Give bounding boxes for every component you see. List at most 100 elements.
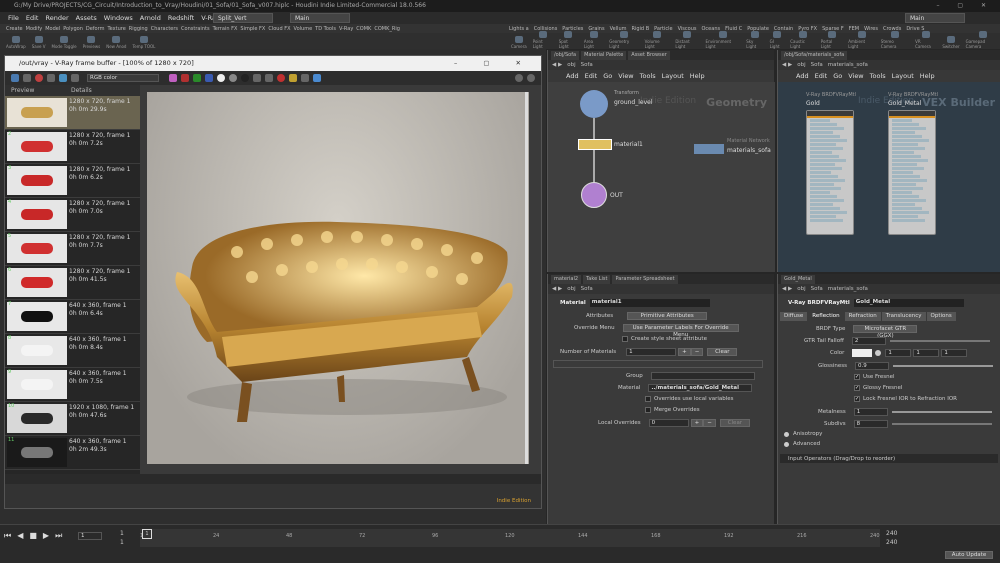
network-tab[interactable]: Material Palette bbox=[581, 50, 627, 60]
step-forward-icon[interactable]: ⏭ bbox=[55, 531, 62, 541]
color-g-field[interactable]: 1 bbox=[913, 349, 940, 357]
menu-item-render[interactable]: Render bbox=[45, 14, 68, 22]
load-image-icon[interactable] bbox=[23, 74, 31, 82]
network-menu-item[interactable]: View bbox=[618, 72, 633, 80]
main-selector-right[interactable]: Main bbox=[905, 13, 965, 23]
history-row[interactable]: 3 1280 x 720, frame 1 0h 0m 6.2s bbox=[5, 164, 140, 198]
vfb-window-controls[interactable]: – ▢ ✕ bbox=[454, 56, 533, 71]
shelf-tool[interactable]: Stereo Camera bbox=[881, 31, 909, 49]
shelf-tab[interactable]: Simple FX bbox=[240, 26, 265, 32]
shelf-tab[interactable]: Characters bbox=[151, 26, 178, 32]
history-row[interactable]: 9 640 x 360, frame 1 0h 0m 7.5s bbox=[5, 368, 140, 402]
matnet-canvas[interactable]: VEX Builder Indie Edition V-Ray BRDFVRay… bbox=[778, 82, 1000, 272]
metalness-field[interactable]: 1 bbox=[853, 408, 888, 416]
step-back-icon[interactable]: ◀ bbox=[17, 531, 23, 541]
subtab-reflection[interactable]: Reflection bbox=[808, 312, 844, 321]
use-fresnel-checkbox[interactable]: ✓ bbox=[854, 374, 860, 380]
menu-item-windows[interactable]: Windows bbox=[104, 14, 133, 22]
group-field[interactable] bbox=[650, 372, 755, 380]
back-icon[interactable]: ◀ ▶ bbox=[782, 62, 792, 68]
network-menu-item[interactable]: Add bbox=[566, 72, 579, 80]
shelf-tab[interactable]: TD Tools bbox=[315, 26, 336, 32]
grid-icon[interactable] bbox=[253, 74, 261, 82]
path-obj[interactable]: obj bbox=[567, 62, 575, 68]
input-operators-row[interactable]: Input Operators (Drag/Drop to reorder) bbox=[780, 454, 998, 463]
menu-item-redshift[interactable]: Redshift bbox=[168, 14, 194, 22]
shelf-tool[interactable]: Portal Light bbox=[821, 31, 842, 49]
path-sofa[interactable]: Sofa bbox=[811, 286, 823, 292]
stop-icon[interactable]: ■ bbox=[29, 531, 37, 541]
parm-tab[interactable]: Parameter Spreadsheet bbox=[612, 274, 678, 284]
shelf-tab[interactable]: Deform bbox=[86, 26, 105, 32]
render-icon[interactable] bbox=[289, 74, 297, 82]
anisotropy-row[interactable]: Anisotropy bbox=[784, 431, 822, 437]
shelf-tool[interactable]: Previews bbox=[83, 36, 100, 49]
subdivs-slider[interactable] bbox=[891, 423, 992, 425]
color-swatch[interactable] bbox=[852, 349, 873, 357]
path-obj[interactable]: obj bbox=[567, 286, 575, 292]
window-controls[interactable]: – ▢ ✕ bbox=[936, 0, 994, 12]
subtab-diffuse[interactable]: Diffuse bbox=[780, 312, 808, 321]
advanced-row[interactable]: Advanced bbox=[784, 441, 820, 447]
desktop-selector[interactable]: Split_Vert bbox=[213, 13, 273, 23]
shelf-tool[interactable]: Environment Light bbox=[706, 31, 741, 49]
jump-start-icon[interactable]: ⏮ bbox=[4, 531, 11, 541]
clear-button[interactable]: Clear bbox=[707, 348, 738, 356]
track-mouse-icon[interactable] bbox=[47, 74, 55, 82]
compare-divider[interactable] bbox=[525, 92, 528, 464]
shelf-tool[interactable]: VR Camera bbox=[915, 31, 936, 49]
minus-button-2[interactable]: − bbox=[703, 419, 716, 427]
main-selector[interactable]: Main bbox=[290, 13, 350, 23]
shelf-tool[interactable]: Spot Light bbox=[559, 31, 578, 49]
color-b-field[interactable]: 1 bbox=[941, 349, 968, 357]
path-sofa[interactable]: Sofa bbox=[811, 62, 823, 68]
subtab-refraction[interactable]: Refraction bbox=[844, 312, 881, 321]
shelf-tab[interactable]: V-Ray bbox=[339, 26, 353, 32]
shelf-tool[interactable]: Point Light bbox=[533, 31, 553, 49]
history-row[interactable]: 7 640 x 360, frame 1 0h 0m 6.4s bbox=[5, 300, 140, 334]
parm-tab[interactable]: material2 bbox=[551, 274, 582, 284]
local-overrides-field[interactable]: 0 bbox=[648, 419, 689, 427]
lock-fresnel-checkbox[interactable]: ✓ bbox=[854, 396, 860, 402]
back-icon[interactable]: ◀ ▶ bbox=[782, 286, 792, 292]
history-row[interactable]: 10 1920 x 1080, frame 1 0h 0m 47.6s bbox=[5, 402, 140, 436]
shelf-tab[interactable]: Model bbox=[45, 26, 60, 32]
matnet-tab[interactable]: /obj/Sofa/materials_sofa bbox=[781, 50, 848, 60]
shelf-tool[interactable]: Ambient Light bbox=[848, 31, 875, 49]
menu-item-file[interactable]: File bbox=[8, 14, 19, 22]
plus-button[interactable]: + bbox=[678, 348, 691, 356]
save-image-icon[interactable] bbox=[11, 74, 19, 82]
menu-item-edit[interactable]: Edit bbox=[26, 14, 39, 22]
color-picker-icon[interactable] bbox=[875, 350, 882, 356]
path-materials[interactable]: materials_sofa bbox=[828, 62, 868, 68]
help-icon[interactable] bbox=[527, 74, 535, 82]
subdivs-field[interactable]: 8 bbox=[853, 420, 888, 428]
shelf-tab[interactable]: Terrain FX bbox=[213, 26, 238, 32]
grey-circle-icon[interactable] bbox=[229, 74, 237, 82]
shelf-tab[interactable]: Cloud FX bbox=[268, 26, 290, 32]
matnet-menu-item[interactable]: Go bbox=[833, 72, 842, 80]
shelf-tool[interactable]: Distant Light bbox=[675, 31, 699, 49]
ipr-icon[interactable] bbox=[313, 74, 321, 82]
shelf-tool[interactable]: Switcher bbox=[942, 36, 960, 49]
merge-overrides-checkbox[interactable] bbox=[645, 407, 651, 413]
shelf-tool[interactable]: New Anod bbox=[106, 36, 126, 49]
node-name-field-2[interactable]: Gold_Metal bbox=[853, 299, 964, 307]
options-icon[interactable] bbox=[515, 74, 523, 82]
num-materials-field[interactable]: 1 bbox=[626, 348, 677, 356]
history-row[interactable]: 8 640 x 360, frame 1 0h 0m 8.4s bbox=[5, 334, 140, 368]
out-node[interactable] bbox=[581, 182, 607, 208]
minus-button[interactable]: − bbox=[690, 348, 704, 356]
shelf-tool[interactable]: AutoWrap bbox=[6, 36, 26, 49]
clear-button-2[interactable]: Clear bbox=[719, 419, 750, 427]
path-obj[interactable]: obj bbox=[797, 62, 805, 68]
white-circle-icon[interactable] bbox=[217, 74, 225, 82]
shelf-tool[interactable]: Mode Toggle bbox=[52, 36, 77, 49]
overrides-local-checkbox[interactable] bbox=[645, 396, 651, 402]
clear-image-icon[interactable] bbox=[35, 74, 43, 82]
subtab-options[interactable]: Options bbox=[926, 312, 956, 321]
red-channel-icon[interactable] bbox=[181, 74, 189, 82]
path-materials[interactable]: materials_sofa bbox=[828, 286, 868, 292]
network-canvas[interactable]: Geometry Indie Edition Transform ground_… bbox=[548, 82, 775, 272]
glossiness-slider[interactable] bbox=[893, 365, 994, 367]
